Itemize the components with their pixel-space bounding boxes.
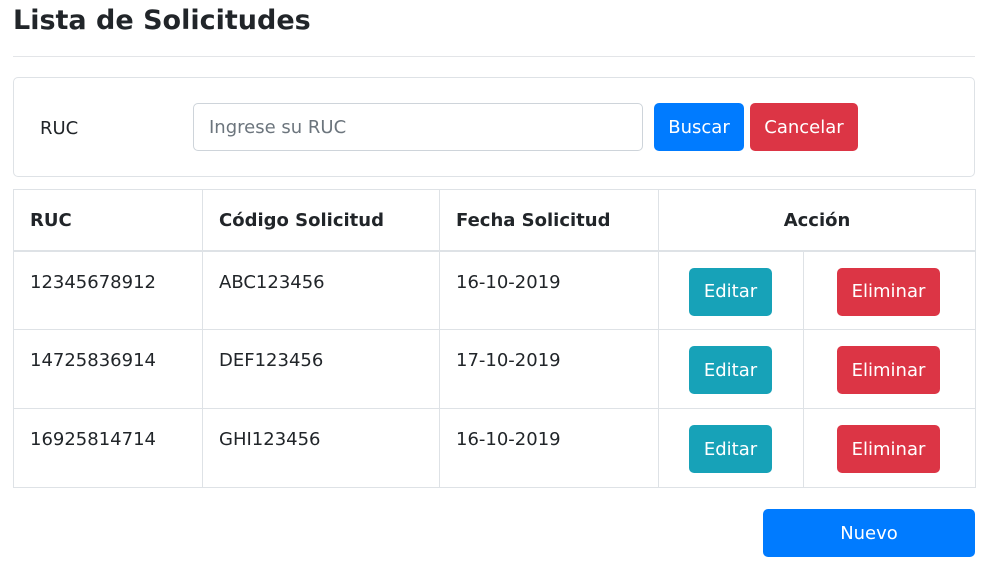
- cell-fecha: 16-10-2019: [439, 408, 659, 488]
- cell-codigo: GHI123456: [202, 408, 440, 488]
- search-card: RUC Buscar Cancelar: [13, 77, 975, 177]
- cell-ruc: 16925814714: [13, 408, 203, 488]
- cell-edit: Editar: [658, 250, 804, 330]
- search-button[interactable]: Buscar: [654, 103, 744, 151]
- table-row: 14725836914 DEF123456 17-10-2019 Editar …: [13, 329, 976, 409]
- table-header-row: RUC Código Solicitud Fecha Solicitud Acc…: [13, 189, 976, 252]
- cell-codigo: ABC123456: [202, 250, 440, 330]
- cell-edit: Editar: [658, 408, 804, 488]
- cell-codigo: DEF123456: [202, 329, 440, 409]
- cell-fecha: 16-10-2019: [439, 250, 659, 330]
- table-row: 16925814714 GHI123456 16-10-2019 Editar …: [13, 408, 976, 488]
- cancel-button[interactable]: Cancelar: [750, 103, 858, 151]
- new-button[interactable]: Nuevo: [763, 509, 975, 557]
- cell-delete: Eliminar: [803, 408, 976, 488]
- cell-ruc: 12345678912: [13, 250, 203, 330]
- cell-ruc: 14725836914: [13, 329, 203, 409]
- header-ruc: RUC: [13, 189, 203, 252]
- header-fecha-solicitud: Fecha Solicitud: [439, 189, 659, 252]
- delete-button[interactable]: Eliminar: [837, 267, 940, 316]
- table-row: 12345678912 ABC123456 16-10-2019 Editar …: [13, 250, 976, 330]
- cell-edit: Editar: [658, 329, 804, 409]
- header-accion: Acción: [658, 189, 976, 252]
- cell-delete: Eliminar: [803, 329, 976, 409]
- edit-button[interactable]: Editar: [689, 425, 772, 473]
- cell-fecha: 17-10-2019: [439, 329, 659, 409]
- header-codigo-solicitud: Código Solicitud: [202, 189, 440, 252]
- cell-delete: Eliminar: [803, 250, 976, 330]
- delete-button[interactable]: Eliminar: [837, 346, 940, 394]
- title-divider: [13, 56, 975, 57]
- ruc-search-input[interactable]: [193, 103, 643, 151]
- edit-button[interactable]: Editar: [689, 346, 772, 394]
- page-title: Lista de Solicitudes: [13, 5, 311, 36]
- edit-button[interactable]: Editar: [689, 267, 772, 316]
- requests-table: RUC Código Solicitud Fecha Solicitud Acc…: [13, 189, 976, 488]
- delete-button[interactable]: Eliminar: [837, 425, 940, 473]
- ruc-label: RUC: [40, 118, 79, 139]
